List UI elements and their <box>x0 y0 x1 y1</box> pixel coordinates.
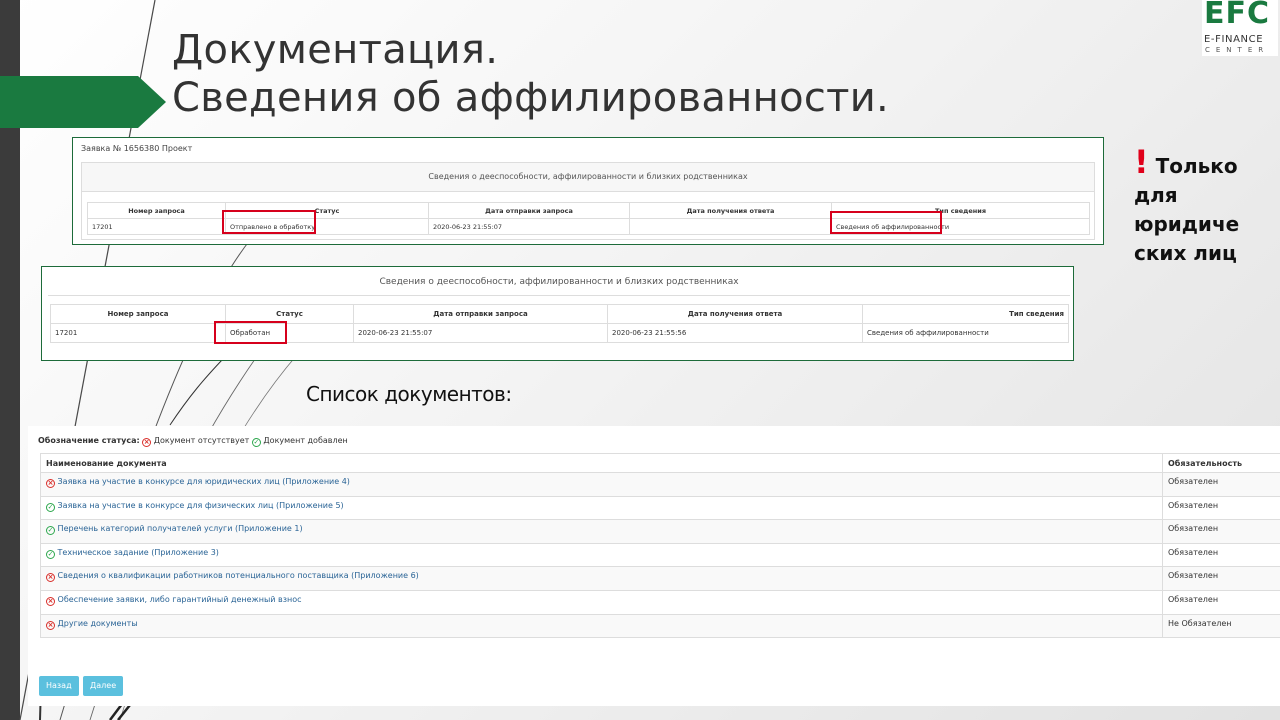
slide-title-line2: Сведения об аффилированности. <box>172 75 890 121</box>
document-link[interactable]: Обеспечение заявки, либо гарантийный ден… <box>58 595 302 604</box>
table-row: 17201 Обработан 2020-06-23 21:55:07 2020… <box>50 323 1069 343</box>
logo-subtitle: E-FINANCE <box>1204 34 1264 45</box>
request-number: 17201 <box>87 218 226 235</box>
exclamation-icon: ! <box>1134 143 1149 181</box>
document-link[interactable]: Другие документы <box>58 619 138 628</box>
sent-date: 2020-06-23 21:55:07 <box>428 218 630 235</box>
request-number: 17201 <box>50 323 226 343</box>
received-date: 2020-06-23 21:55:56 <box>607 323 863 343</box>
info-type: Сведения об аффилированности <box>862 323 1069 343</box>
x-circle-icon: × <box>46 596 55 606</box>
required-value: Обязателен <box>1162 589 1280 615</box>
document-link[interactable]: Перечень категорий получателей услуги (П… <box>58 524 303 533</box>
note-line1: Только <box>1155 154 1238 178</box>
check-circle-icon: ✓ <box>251 438 261 447</box>
table-row: × Заявка на участие в конкурсе для юриди… <box>40 472 1280 497</box>
x-circle-icon: × <box>46 479 55 488</box>
legend-added: Документ добавлен <box>263 436 348 445</box>
required-value: Обязателен <box>1162 495 1280 521</box>
x-circle-icon: × <box>46 620 55 630</box>
x-circle-icon: × <box>46 573 55 583</box>
document-link[interactable]: Техническое задание (Приложение 3) <box>58 548 219 557</box>
legend-label: Обозначение статуса: <box>38 436 140 445</box>
logo-subtitle-center: CENTER <box>1205 46 1270 54</box>
note-line2: для <box>1134 183 1178 207</box>
documents-list-panel: Обозначение статуса: × Документ отсутств… <box>28 426 1280 706</box>
document-link[interactable]: Заявка на участие в конкурсе для юридиче… <box>58 477 350 486</box>
table-row: ✓ Заявка на участие в конкурсе для физич… <box>40 495 1280 521</box>
required-value: Обязателен <box>1162 566 1280 591</box>
x-circle-icon: × <box>142 438 152 447</box>
table-row: × Сведения о квалификации работников пот… <box>40 566 1280 591</box>
affiliation-request-panel-processed: Сведения о дееспособности, аффилированно… <box>41 266 1074 361</box>
table-row: × Другие документы Не Обязателен <box>40 613 1280 639</box>
document-link[interactable]: Заявка на участие в конкурсе для физичес… <box>58 501 344 510</box>
table-row: ✓ Перечень категорий получателей услуги … <box>40 519 1280 544</box>
status-highlight-box <box>214 321 287 344</box>
status-highlight-box <box>222 210 316 234</box>
section-title: Сведения о дееспособности, аффилированно… <box>82 163 1094 192</box>
col-sent-date: Дата отправки запроса <box>428 202 630 219</box>
note-line3: юридиче <box>1134 212 1240 236</box>
col-info-type: Тип сведения <box>862 304 1069 324</box>
col-required: Обязательность <box>1162 453 1280 473</box>
col-received-date: Дата получения ответа <box>607 304 863 324</box>
received-date <box>629 218 832 235</box>
logo-main-text: EFC <box>1204 0 1271 31</box>
efc-logo: EFC E-FINANCE CENTER <box>1202 0 1278 56</box>
documents-table: Наименование документа Обязательность × … <box>40 453 1280 639</box>
application-title: Заявка № 1656380 Проект <box>81 144 193 153</box>
slide-title-line1: Документация. <box>172 27 499 73</box>
section-title: Сведения о дееспособности, аффилированно… <box>48 269 1070 296</box>
info-type-highlight-box <box>830 211 942 234</box>
sent-date: 2020-06-23 21:55:07 <box>353 323 608 343</box>
required-value: Обязателен <box>1162 472 1280 497</box>
slide-title: Документация. Сведения об аффилированнос… <box>172 26 889 122</box>
document-link[interactable]: Сведения о квалификации работников потен… <box>58 571 419 580</box>
required-value: Не Обязателен <box>1162 613 1280 639</box>
request-table: Номер запроса Статус Дата отправки запро… <box>50 304 1069 343</box>
col-request-number: Номер запроса <box>87 202 226 219</box>
col-received-date: Дата получения ответа <box>629 202 832 219</box>
table-row: × Обеспечение заявки, либо гарантийный д… <box>40 589 1280 615</box>
section-box: Сведения о дееспособности, аффилированно… <box>48 269 1070 353</box>
col-sent-date: Дата отправки запроса <box>353 304 608 324</box>
col-request-number: Номер запроса <box>50 304 226 324</box>
back-button[interactable]: Назад <box>39 676 79 696</box>
col-document-name: Наименование документа <box>40 453 1163 473</box>
legal-entities-note: ! Только для юридиче ских лиц <box>1134 146 1274 268</box>
documents-list-caption: Список документов: <box>306 382 512 406</box>
note-line4: ских лиц <box>1134 241 1237 265</box>
status-legend: Обозначение статуса: × Документ отсутств… <box>38 436 348 447</box>
check-circle-icon: ✓ <box>46 502 55 512</box>
check-circle-icon: ✓ <box>46 526 55 536</box>
affiliation-request-panel-sent: Заявка № 1656380 Проект Сведения о деесп… <box>72 137 1104 245</box>
required-value: Обязателен <box>1162 519 1280 544</box>
next-button[interactable]: Далее <box>83 676 124 696</box>
required-value: Обязателен <box>1162 542 1280 568</box>
check-circle-icon: ✓ <box>46 549 55 559</box>
green-arrow-shape <box>0 76 166 128</box>
legend-missing: Документ отсутствует <box>153 436 250 445</box>
table-row: ✓ Техническое задание (Приложение 3) Обя… <box>40 542 1280 568</box>
